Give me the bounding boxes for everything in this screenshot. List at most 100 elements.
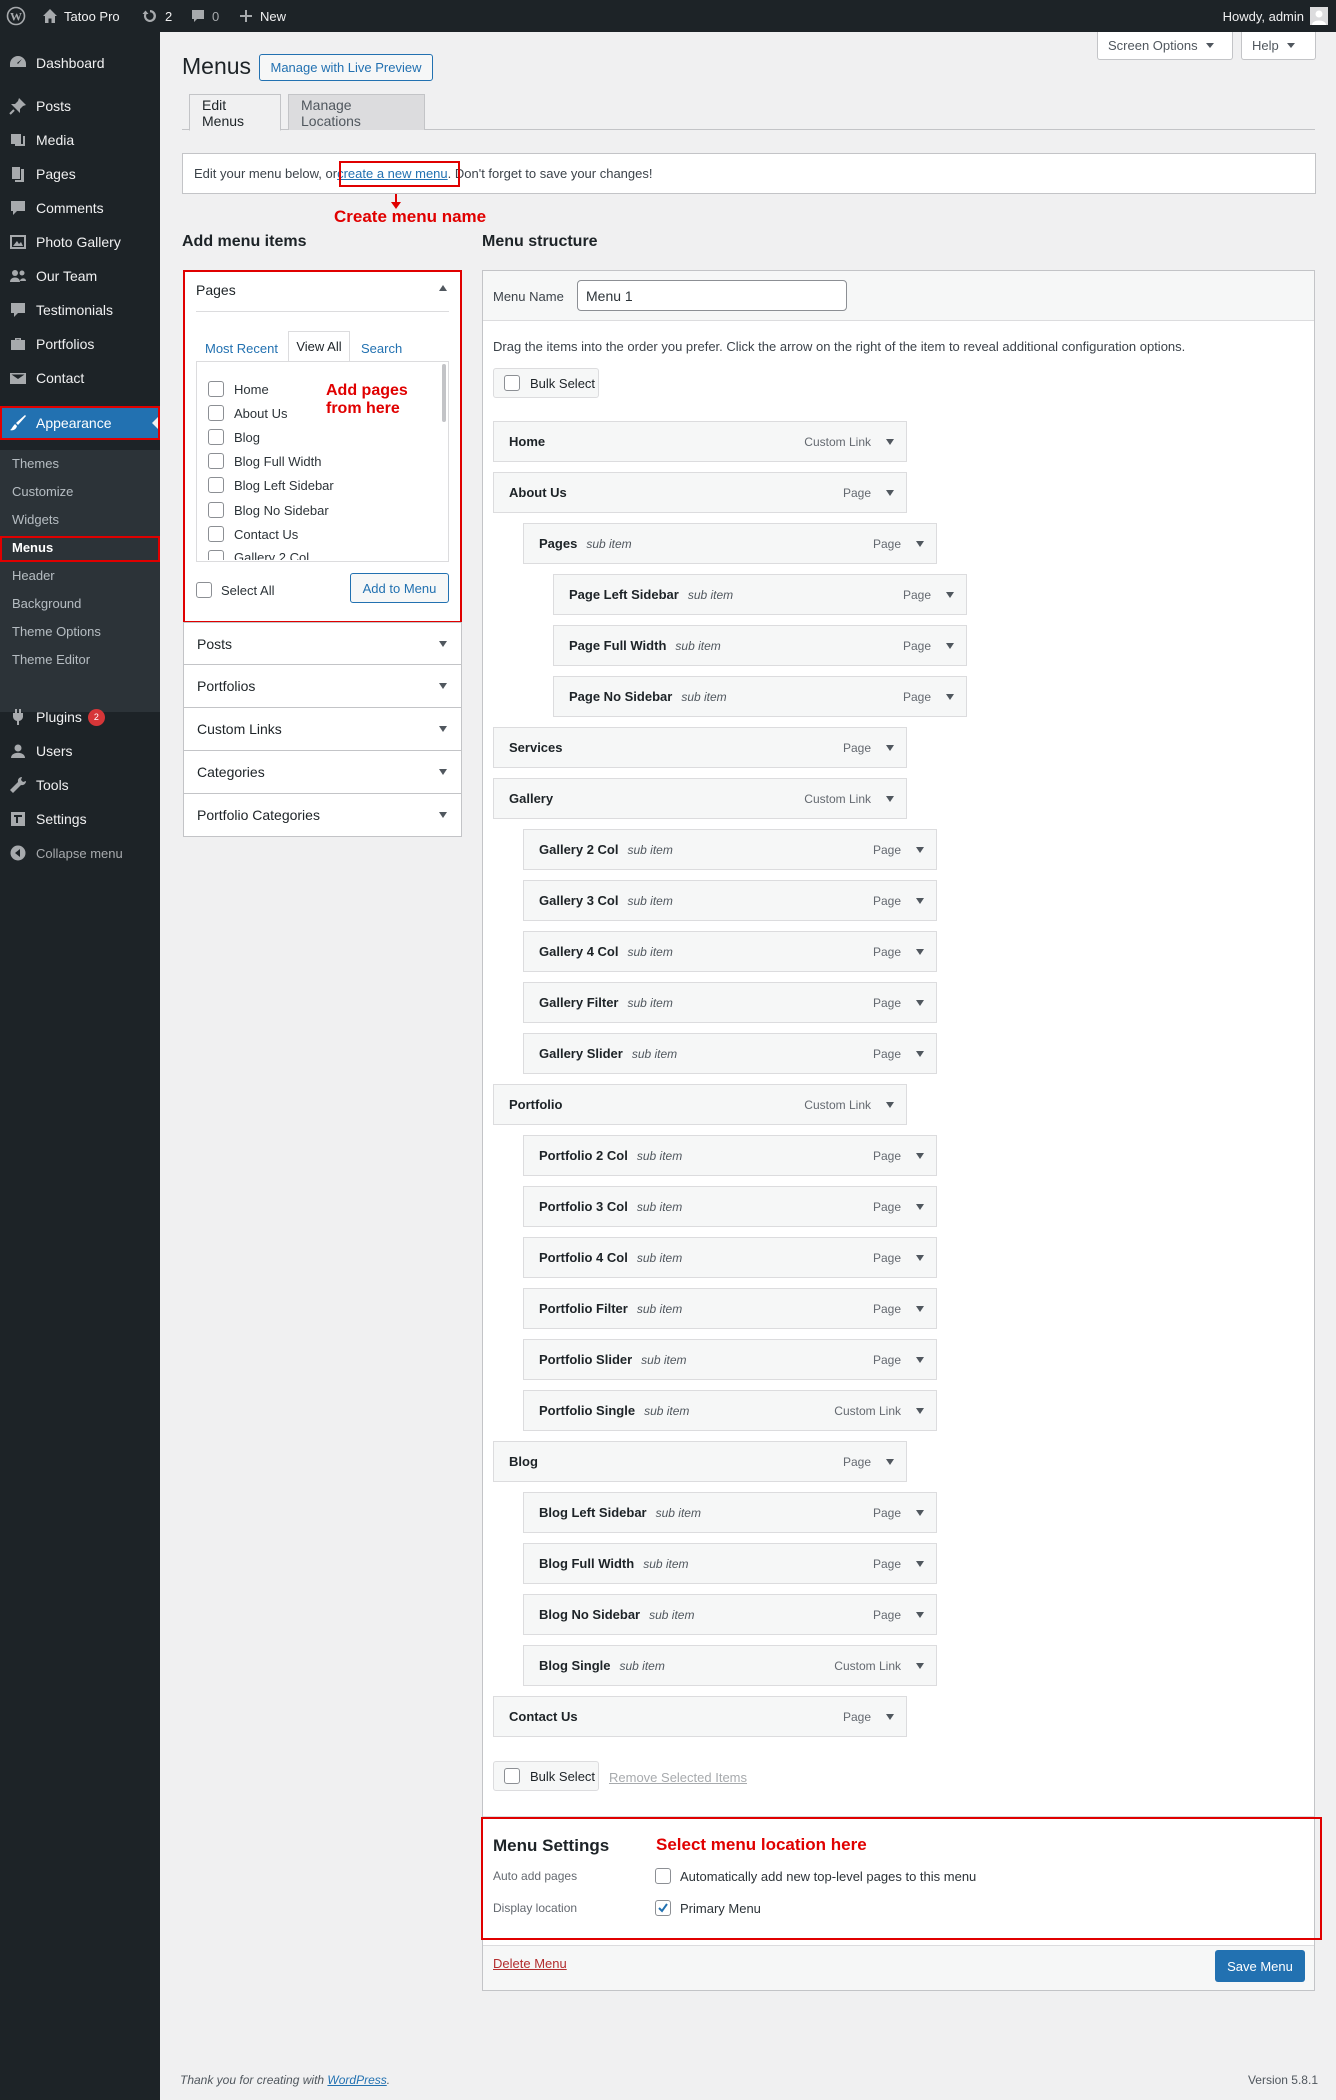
menu-our-team[interactable]: Our Team <box>0 259 160 293</box>
menu-comments[interactable]: Comments <box>0 191 160 225</box>
checkbox[interactable] <box>504 375 520 391</box>
menu-item[interactable]: Contact Us Page <box>493 1696 907 1737</box>
comments-link[interactable]: 0 <box>190 0 219 32</box>
chevron-down-icon[interactable] <box>916 949 924 955</box>
scrollbar-thumb[interactable] <box>442 364 446 422</box>
panel-categories[interactable]: Categories <box>183 751 462 794</box>
delete-menu-link[interactable]: Delete Menu <box>493 1956 567 1971</box>
chevron-down-icon[interactable] <box>916 1306 924 1312</box>
menu-plugins[interactable]: Plugins 2 <box>0 700 160 734</box>
menu-item[interactable]: Blog No Sidebar sub item Page <box>523 1594 937 1635</box>
page-option-blog-full-width[interactable]: Blog Full Width <box>208 453 321 469</box>
checkbox[interactable] <box>208 550 224 560</box>
chevron-down-icon[interactable] <box>916 1357 924 1363</box>
chevron-down-icon[interactable] <box>886 745 894 751</box>
menu-item[interactable]: Services Page <box>493 727 907 768</box>
page-option-contact-us[interactable]: Contact Us <box>208 526 298 542</box>
menu-item[interactable]: Gallery Slider sub item Page <box>523 1033 937 1074</box>
chevron-down-icon[interactable] <box>886 439 894 445</box>
menu-item[interactable]: Blog Page <box>493 1441 907 1482</box>
chevron-down-icon[interactable] <box>916 1255 924 1261</box>
menu-item[interactable]: Blog Left Sidebar sub item Page <box>523 1492 937 1533</box>
panel-portfolios[interactable]: Portfolios <box>183 665 462 708</box>
chevron-down-icon[interactable] <box>946 643 954 649</box>
chevron-down-icon[interactable] <box>916 541 924 547</box>
chevron-down-icon[interactable] <box>916 1510 924 1516</box>
auto-add-checkbox[interactable] <box>655 1868 671 1884</box>
pages-panel-title[interactable]: Pages <box>196 282 236 298</box>
page-option-blog-no-sidebar[interactable]: Blog No Sidebar <box>208 502 329 518</box>
checkbox[interactable] <box>208 526 224 542</box>
primary-menu-checkbox[interactable] <box>655 1900 671 1916</box>
chevron-down-icon[interactable] <box>916 1408 924 1414</box>
tab-search[interactable]: Search <box>361 341 402 356</box>
help-button[interactable]: Help <box>1241 32 1316 60</box>
menu-item[interactable]: Portfolio 4 Col sub item Page <box>523 1237 937 1278</box>
menu-item[interactable]: Gallery 3 Col sub item Page <box>523 880 937 921</box>
chevron-down-icon[interactable] <box>946 592 954 598</box>
collapse-menu[interactable]: Collapse menu <box>0 836 160 870</box>
tab-view-all[interactable]: View All <box>288 331 350 362</box>
submenu-background[interactable]: Background <box>12 596 81 611</box>
menu-item[interactable]: Portfolio 3 Col sub item Page <box>523 1186 937 1227</box>
chevron-up-icon[interactable] <box>439 285 447 291</box>
panel-custom-links[interactable]: Custom Links <box>183 708 462 751</box>
page-option-blog-left-sidebar[interactable]: Blog Left Sidebar <box>208 477 334 493</box>
site-name-link[interactable]: Tatoo Pro <box>42 0 120 32</box>
tab-manage-locations[interactable]: Manage Locations <box>288 94 425 130</box>
select-all-pages[interactable]: Select All <box>196 582 274 598</box>
chevron-down-icon[interactable] <box>886 1459 894 1465</box>
menu-item[interactable]: Portfolio Single sub item Custom Link <box>523 1390 937 1431</box>
menu-item[interactable]: Portfolio Slider sub item Page <box>523 1339 937 1380</box>
submenu-theme-options[interactable]: Theme Options <box>12 624 101 639</box>
bulk-select-bottom[interactable]: Bulk Select <box>493 1761 599 1791</box>
menu-media[interactable]: Media <box>0 123 160 157</box>
menu-settings[interactable]: Settings <box>0 802 160 836</box>
panel-posts[interactable]: Posts <box>183 622 462 665</box>
add-to-menu-button[interactable]: Add to Menu <box>350 573 449 603</box>
menu-photo-gallery[interactable]: Photo Gallery <box>0 225 160 259</box>
screen-options-button[interactable]: Screen Options <box>1097 32 1233 60</box>
submenu-menus[interactable]: Menus <box>12 540 53 555</box>
auto-add-option[interactable]: Automatically add new top-level pages to… <box>655 1868 976 1884</box>
menu-item[interactable]: Blog Single sub item Custom Link <box>523 1645 937 1686</box>
page-option-home[interactable]: Home <box>208 381 269 397</box>
chevron-down-icon[interactable] <box>916 898 924 904</box>
submenu-header[interactable]: Header <box>12 568 55 583</box>
checkbox[interactable] <box>208 453 224 469</box>
remove-selected-link[interactable]: Remove Selected Items <box>609 1770 747 1785</box>
page-option-about-us[interactable]: About Us <box>208 405 287 421</box>
menu-pages[interactable]: Pages <box>0 157 160 191</box>
menu-contact[interactable]: Contact <box>0 361 160 395</box>
chevron-down-icon[interactable] <box>916 1153 924 1159</box>
menu-name-input[interactable] <box>577 280 847 311</box>
menu-item[interactable]: Portfolio 2 Col sub item Page <box>523 1135 937 1176</box>
chevron-down-icon[interactable] <box>916 1612 924 1618</box>
chevron-down-icon[interactable] <box>886 490 894 496</box>
menu-item[interactable]: Gallery Custom Link <box>493 778 907 819</box>
menu-portfolios[interactable]: Portfolios <box>0 327 160 361</box>
submenu-customize[interactable]: Customize <box>12 484 73 499</box>
tab-most-recent[interactable]: Most Recent <box>205 341 278 356</box>
menu-item[interactable]: Page Left Sidebar sub item Page <box>553 574 967 615</box>
page-option-gallery-2-col[interactable]: Gallery 2 Col <box>208 550 309 560</box>
checkbox[interactable] <box>208 477 224 493</box>
menu-item[interactable]: Page No Sidebar sub item Page <box>553 676 967 717</box>
submenu-themes[interactable]: Themes <box>12 456 59 471</box>
page-option-blog[interactable]: Blog <box>208 429 260 445</box>
primary-menu-option[interactable]: Primary Menu <box>655 1900 761 1916</box>
menu-appearance[interactable]: Appearance <box>0 406 160 440</box>
chevron-down-icon[interactable] <box>886 1714 894 1720</box>
menu-item[interactable]: Gallery Filter sub item Page <box>523 982 937 1023</box>
menu-item[interactable]: Pages sub item Page <box>523 523 937 564</box>
menu-tools[interactable]: Tools <box>0 768 160 802</box>
checkbox[interactable] <box>208 429 224 445</box>
my-account-link[interactable]: Howdy, admin <box>1223 0 1328 32</box>
menu-dashboard[interactable]: Dashboard <box>0 46 160 80</box>
menu-posts[interactable]: Posts <box>0 89 160 123</box>
checkbox[interactable] <box>208 381 224 397</box>
chevron-down-icon[interactable] <box>916 1561 924 1567</box>
chevron-down-icon[interactable] <box>916 1051 924 1057</box>
save-menu-button[interactable]: Save Menu <box>1215 1950 1305 1982</box>
menu-users[interactable]: Users <box>0 734 160 768</box>
